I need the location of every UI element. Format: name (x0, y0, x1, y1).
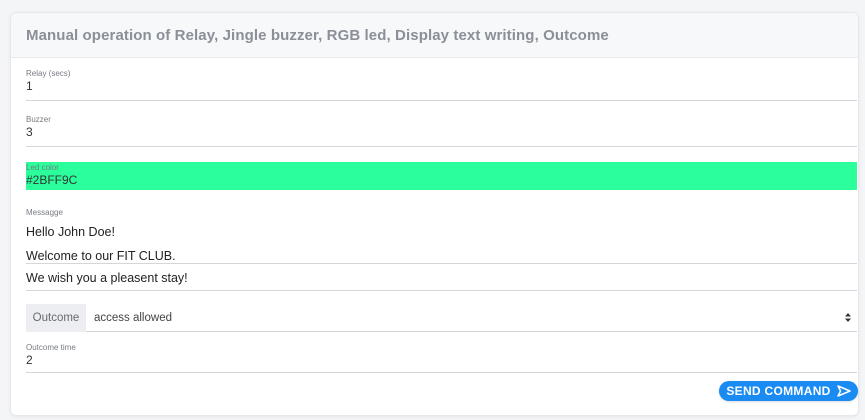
led-color-field[interactable]: Led color #2BFF9C (26, 162, 857, 190)
message-line-1[interactable]: Hello John Doe! (26, 224, 857, 240)
buzzer-input[interactable]: 3 (26, 125, 857, 139)
led-color-label: Led color (26, 163, 59, 172)
relay-label: Relay (secs) (26, 69, 71, 78)
led-color-input[interactable]: #2BFF9C (26, 173, 857, 187)
outcome-time-underline (26, 372, 857, 373)
outcome-time-input[interactable]: 2 (26, 353, 857, 367)
message-line-2-underline (26, 263, 857, 264)
message-line-3[interactable]: We wish you a pleasent stay! (26, 270, 857, 286)
message-label: Messagge (26, 208, 63, 217)
send-icon (836, 385, 851, 397)
message-field[interactable]: Messagge Hello John Doe! Welcome to our … (26, 208, 857, 292)
relay-field[interactable]: Relay (secs) 1 (26, 69, 857, 101)
message-line-2[interactable]: Welcome to our FIT CLUB. (26, 248, 857, 264)
outcome-time-label: Outcome time (26, 343, 76, 352)
outcome-select[interactable]: access allowed (86, 304, 857, 332)
buzzer-label: Buzzer (26, 115, 51, 124)
buzzer-field[interactable]: Buzzer 3 (26, 115, 857, 147)
message-line-3-underline (26, 290, 857, 291)
sort-arrows-icon (845, 313, 851, 322)
buzzer-underline (26, 146, 857, 147)
relay-underline (26, 100, 857, 101)
outcome-time-field[interactable]: Outcome time 2 (26, 343, 857, 375)
outcome-row: Outcome access allowed (26, 304, 857, 332)
card-header: Manual operation of Relay, Jingle buzzer… (11, 13, 858, 58)
card-title: Manual operation of Relay, Jingle buzzer… (26, 26, 609, 44)
send-command-label: SEND COMMAND (726, 384, 831, 398)
relay-input[interactable]: 1 (26, 79, 857, 93)
outcome-label: Outcome (26, 304, 86, 332)
outcome-selected-value: access allowed (94, 311, 172, 324)
send-command-button[interactable]: SEND COMMAND (719, 381, 858, 401)
